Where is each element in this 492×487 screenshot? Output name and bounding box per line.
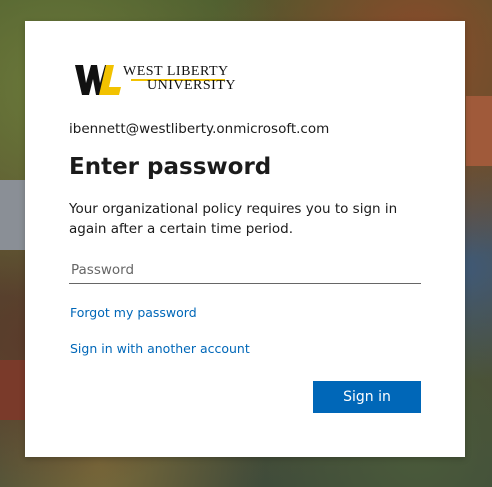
background-building-left — [0, 180, 26, 250]
logo-wordmark: WEST LIBERTY UNIVERSITY — [123, 65, 236, 93]
logo-line-1: WEST LIBERTY — [123, 64, 229, 79]
policy-description: Your organizational policy requires you … — [69, 201, 398, 237]
sign-in-card: WEST LIBERTY UNIVERSITY ibennett@westlib… — [25, 21, 465, 457]
sign-in-button[interactable]: Sign in — [313, 381, 421, 413]
background-building-right — [466, 96, 492, 166]
forgot-password-link[interactable]: Forgot my password — [70, 305, 197, 320]
sign-in-another-account-link[interactable]: Sign in with another account — [70, 341, 250, 356]
university-logo: WEST LIBERTY UNIVERSITY — [75, 63, 236, 101]
page-title: Enter password — [69, 154, 272, 180]
logo-line-2: UNIVERSITY — [147, 78, 236, 93]
background-building-lower-left — [0, 360, 26, 420]
wl-monogram-icon — [75, 65, 121, 95]
account-email: ibennett@westliberty.onmicrosoft.com — [69, 121, 330, 137]
password-input[interactable] — [69, 257, 421, 284]
